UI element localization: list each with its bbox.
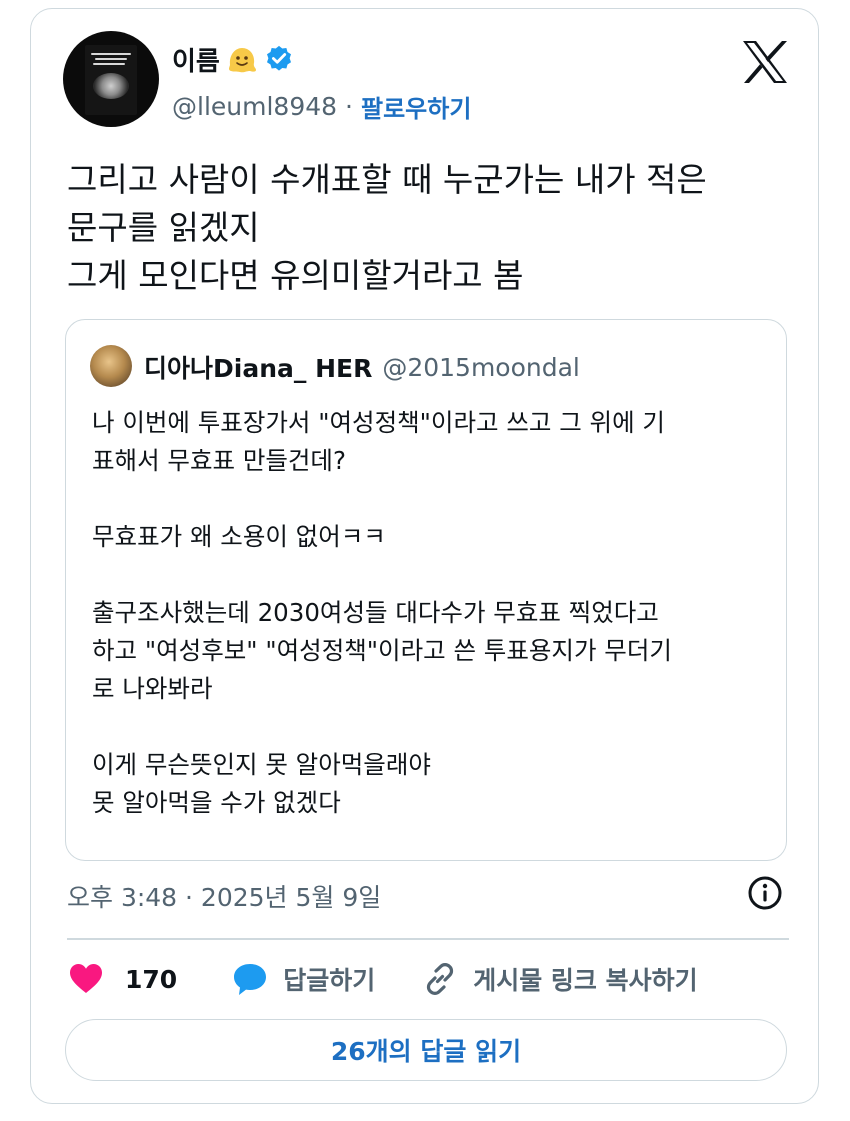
divider [67, 938, 789, 940]
quote-line: 표해서 무효표 만들건데? [92, 446, 346, 475]
quote-line: 나 이번에 투표장가서 "여성정책"이라고 쓰고 그 위에 기 [92, 408, 665, 437]
x-logo-icon[interactable] [741, 39, 789, 85]
action-bar: 170 답글하기 게시물 링크 복사하기 [67, 955, 698, 1003]
tweet-card: 이름 @lleuml8948 · 팔로우하기 그리고 사람이 수개표할 때 누군… [30, 8, 819, 1104]
heart-icon [70, 964, 102, 993]
author-handle-row: @lleuml8948 · 팔로우하기 [172, 89, 471, 123]
separator-dot: · [345, 91, 353, 121]
melting-face-emoji-icon [228, 48, 256, 73]
author-handle[interactable]: @lleuml8948 [172, 92, 337, 121]
like-button[interactable]: 170 [67, 960, 177, 998]
follow-button[interactable]: 팔로우하기 [361, 89, 471, 124]
quote-line [92, 480, 772, 518]
quote-line: 로 나와봐라 [92, 674, 213, 703]
speech-bubble-icon [234, 964, 267, 995]
quote-line [92, 556, 772, 594]
quoted-tweet[interactable]: 디아나Diana_ HER @2015moondal 나 이번에 투표장가서 "… [65, 319, 787, 861]
quoted-author-handle[interactable]: @2015moondal [382, 353, 580, 382]
tweet-line: 문구를 읽겠지 [67, 208, 260, 247]
info-icon[interactable] [745, 873, 785, 913]
author-name[interactable]: 이름 [172, 41, 220, 78]
read-replies-button[interactable]: 26개의 답글 읽기 [65, 1019, 787, 1081]
quote-line: 못 알아먹을 수가 없겠다 [92, 788, 341, 817]
quoted-author-name[interactable]: 디아나Diana_ HER [144, 349, 372, 385]
quote-line [92, 708, 772, 746]
reply-button[interactable]: 답글하기 [231, 960, 375, 998]
quoted-author-avatar[interactable] [90, 345, 132, 387]
quote-line: 출구조사했는데 2030여성들 대다수가 무효표 찍었다고 [92, 598, 659, 627]
copy-link-button[interactable]: 게시물 링크 복사하기 [421, 960, 698, 998]
link-icon [427, 963, 454, 995]
verified-badge-icon [266, 45, 291, 71]
tweet-line: 그게 모인다면 유의미할거라고 봄 [67, 256, 524, 295]
tweet-text: 그리고 사람이 수개표할 때 누군가는 내가 적은 문구를 읽겠지 그게 모인다… [67, 156, 807, 300]
tweet-line: 그리고 사람이 수개표할 때 누군가는 내가 적은 [67, 160, 707, 199]
reply-label: 답글하기 [283, 966, 376, 995]
like-count: 170 [125, 964, 178, 994]
book-cover-image [85, 45, 137, 115]
author-avatar[interactable] [63, 31, 159, 127]
quoted-author-row: 디아나Diana_ HER @2015moondal [144, 348, 580, 386]
quote-line: 무효표가 왜 소용이 없어ㅋㅋ [92, 522, 386, 551]
timestamp[interactable]: 오후 3:48 · 2025년 5월 9일 [67, 875, 381, 917]
author-name-row: 이름 [172, 41, 294, 77]
quoted-tweet-text: 나 이번에 투표장가서 "여성정책"이라고 쓰고 그 위에 기 표해서 무효표 … [92, 404, 772, 822]
copy-link-label: 게시물 링크 복사하기 [473, 966, 698, 995]
quote-line: 이게 무슨뜻인지 못 알아먹을래야 [92, 750, 431, 779]
quote-line: 하고 "여성후보" "여성정책"이라고 쓴 투표용지가 무더기 [92, 636, 672, 665]
